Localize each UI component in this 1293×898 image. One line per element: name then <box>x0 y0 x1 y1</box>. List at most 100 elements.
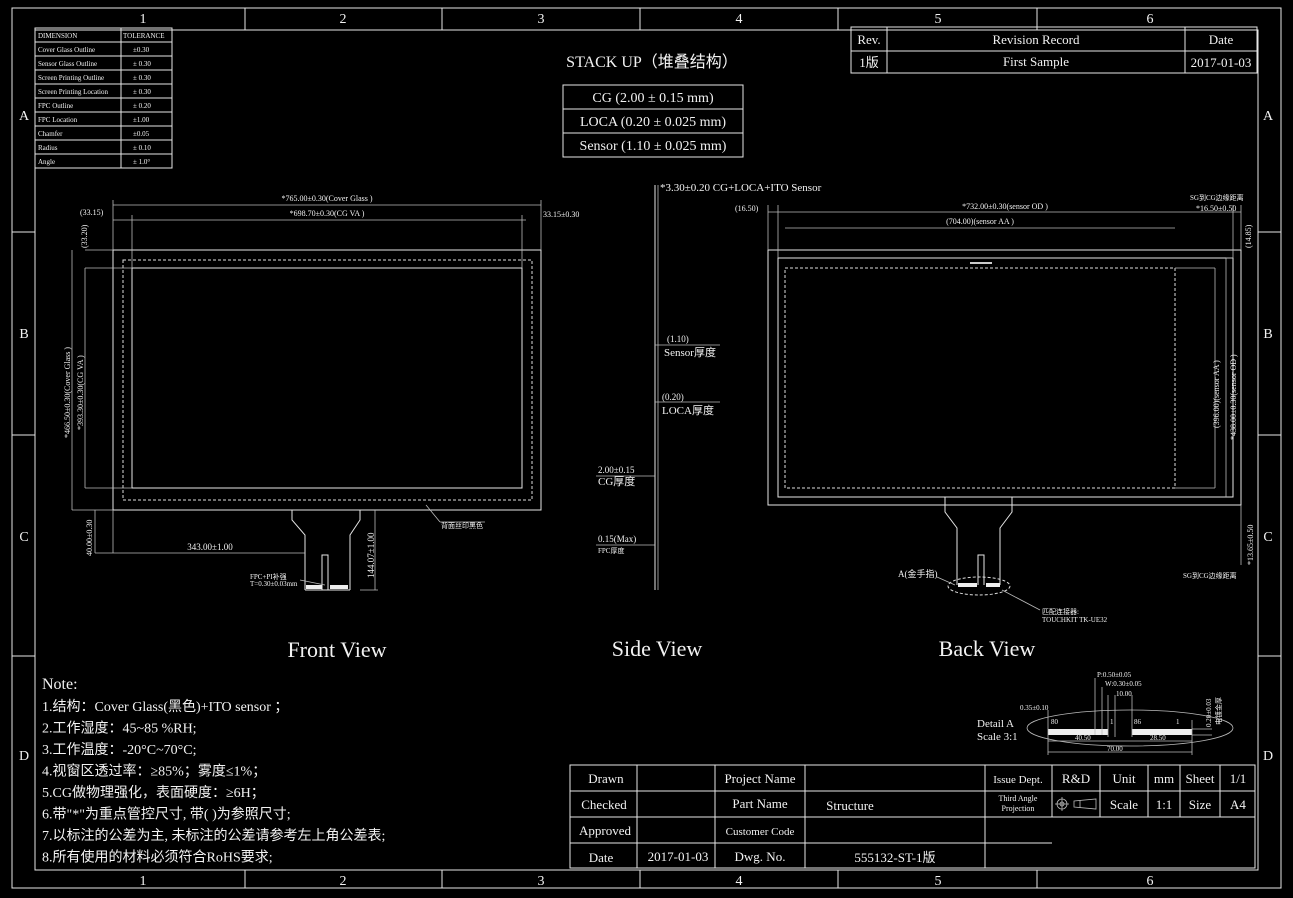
tb-dwg-value: 555132-ST-1版 <box>854 850 935 865</box>
back-view: *732.00±0.30(sensor OD ) (704.00)(sensor… <box>735 193 1255 661</box>
row-label: D <box>1263 749 1273 764</box>
detail-dim: 10.00 <box>1116 690 1132 698</box>
tol-value: ± 0.30 <box>133 74 151 82</box>
stackup-title: STACK UP（堆叠结构） <box>566 53 738 71</box>
third-angle-projection-icon <box>1055 797 1097 811</box>
tol-dimension: Screen Printing Location <box>38 88 108 96</box>
detail-dim: P:0.50±0.05 <box>1097 671 1132 679</box>
tb-projection: Projection <box>1002 804 1035 813</box>
tb-part-name: Part Name <box>732 796 787 811</box>
tol-value: ± 0.30 <box>133 60 151 68</box>
stackup-layer: LOCA (0.20 ± 0.025 mm) <box>580 115 726 130</box>
tb-size-label: Size <box>1189 797 1212 812</box>
note-item: 1.结构：Cover Glass(黑色)+ITO sensor ； <box>42 698 288 715</box>
tol-value: ±0.30 <box>133 46 150 54</box>
tb-checked: Checked <box>581 797 627 812</box>
note-bottom: SG到CG边缘距离 <box>1183 571 1237 580</box>
tol-dimension: FPC Outline <box>38 102 73 110</box>
detail-dim: 电镀金厚 <box>1214 697 1223 725</box>
tb-customer-code: Customer Code <box>726 826 795 838</box>
detail-dim: 0.35±0.10 <box>1020 704 1049 712</box>
tb-drawn: Drawn <box>588 771 624 786</box>
tol-value: ±0.05 <box>133 130 150 138</box>
tb-unit: mm <box>1154 771 1174 786</box>
tol-dimension: Cover Glass Outline <box>38 46 95 54</box>
dim-bottom-offset: 40.00±0.30 <box>85 520 94 556</box>
rev-header: Revision Record <box>992 32 1080 47</box>
dim-top: (14.85) <box>1244 224 1253 248</box>
tol-dimension: Chamfer <box>38 130 63 138</box>
side-label: Sensor厚度 <box>664 345 716 359</box>
rev-cell: 2017-01-03 <box>1191 55 1252 70</box>
side-dim: (1.10) <box>667 334 689 344</box>
col-label: 6 <box>1147 874 1154 889</box>
rev-header: Date <box>1209 32 1234 47</box>
tb-scale: 1:1 <box>1156 797 1173 812</box>
col-label: 2 <box>340 12 347 27</box>
tol-dimension: FPC Location <box>38 116 78 124</box>
col-label: 4 <box>736 874 743 889</box>
col-label: 5 <box>935 874 942 889</box>
front-view-title: Front View <box>287 637 386 662</box>
note-item: 4.视窗区透过率：≥85%；雾度≤1%； <box>42 763 266 780</box>
revision-table: Rev. Revision Record Date 1版 First Sampl… <box>850 26 1258 74</box>
drawing-sheet: 1 2 3 4 5 6 1 2 3 4 5 6 A B C D A B C D … <box>11 7 1282 889</box>
detail-dim: 40.50 <box>1075 734 1091 742</box>
tb-issue-dept: Issue Dept. <box>993 774 1043 786</box>
col-label: 5 <box>935 12 942 27</box>
row-label: B <box>19 327 28 342</box>
note-connector: TOUCHKIT TK-UE32 <box>1042 616 1108 624</box>
detail-dim: 28.50 <box>1150 734 1166 742</box>
tb-part-value: Structure <box>826 798 874 813</box>
row-label: C <box>1263 530 1272 545</box>
note-item: 7.以标注的公差为主, 未标注的公差请参考左上角公差表; <box>42 827 385 844</box>
detail-dim: 1 <box>1176 718 1180 726</box>
stackup: STACK UP（堆叠结构） CG (2.00 ± 0.15 mm) LOCA … <box>562 53 744 158</box>
col-label: 2 <box>340 874 347 889</box>
stackup-layer: Sensor (1.10 ± 0.025 mm) <box>580 139 727 154</box>
dim-fpc-length: 144.07±1.00 <box>366 532 376 578</box>
detail-dim: 80 <box>1051 718 1059 726</box>
dim-cg-width: *765.00±0.30(Cover Glass ) <box>281 194 372 203</box>
dim-od-height: *438.00±0.30(sensor OD ) <box>1229 354 1238 440</box>
side-dim: (0.20) <box>662 392 684 402</box>
side-label: LOCA厚度 <box>662 403 714 417</box>
rev-header: Rev. <box>857 32 880 47</box>
side-dim: 0.15(Max) <box>598 534 636 544</box>
tb-dept: R&D <box>1062 771 1090 786</box>
dim-fpc-x: 343.00±1.00 <box>187 542 233 552</box>
detail-dim: 70.00 <box>1107 745 1123 753</box>
col-label: 6 <box>1147 12 1154 27</box>
side-dim: 2.00±0.15 <box>598 465 635 475</box>
tol-value: ± 0.10 <box>133 144 151 152</box>
side-label: FPC厚度 <box>598 546 624 555</box>
col-label: 4 <box>736 12 743 27</box>
note-item: 8.所有使用的材料必须符合RoHS要求; <box>42 849 273 866</box>
tb-projection: Third Angle <box>999 794 1038 803</box>
note-right: SG到CG边缘距离 <box>1190 193 1244 202</box>
tol-header: TOLERANCE <box>123 32 164 40</box>
note-item: 5.CG做物理强化，表面硬度：≥6H； <box>42 785 265 801</box>
dim-va-width: *698.70±0.30(CG VA ) <box>290 209 365 218</box>
dim-aa-height: (396.00)(sensor AA ) <box>1212 360 1221 428</box>
row-label: C <box>19 530 28 545</box>
tol-value: ± 0.20 <box>133 102 151 110</box>
detail-title: Detail A <box>977 718 1014 730</box>
side-label: CG厚度 <box>598 474 635 488</box>
tolerance-table: DIMENSION TOLERANCE Cover Glass Outline ±0.… <box>34 27 173 169</box>
dim-right-margin: 33.15±0.30 <box>543 210 579 219</box>
tol-dimension: Radius <box>38 144 58 152</box>
back-view-title: Back View <box>939 636 1036 661</box>
stackup-layer: CG (2.00 ± 0.15 mm) <box>592 91 714 106</box>
detail-dim: 1 <box>1110 718 1114 726</box>
row-label: A <box>1263 109 1274 124</box>
col-label: 1 <box>140 12 147 27</box>
front-view: *765.00±0.30(Cover Glass ) *698.70±0.30(… <box>63 194 579 662</box>
detail-dim: W:0.30±0.05 <box>1105 680 1142 688</box>
row-label: B <box>1263 327 1272 342</box>
detail-dim: 0.20±0.03 <box>1205 698 1213 727</box>
rev-cell: 1版 <box>859 55 879 70</box>
tol-value: ±1.00 <box>133 116 150 124</box>
note-connector: 匹配连接器: <box>1042 607 1079 616</box>
tol-value: ± 0.30 <box>133 88 151 96</box>
